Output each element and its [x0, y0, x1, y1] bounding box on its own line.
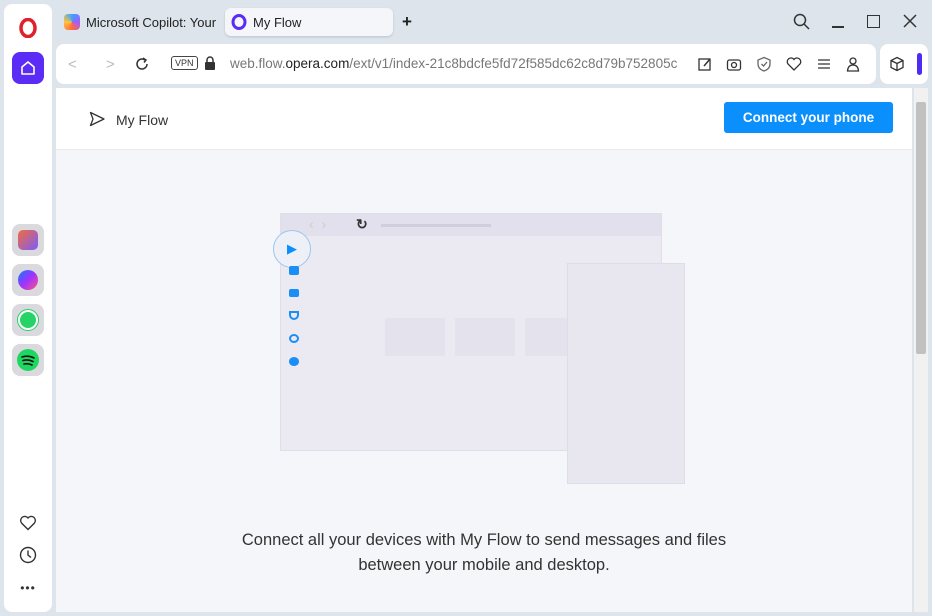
extensions-panel: [880, 44, 928, 84]
address-bar: < > VPN web.flow.opera.com/ext/v1/index-…: [56, 44, 876, 84]
easy-setup-icon[interactable]: [816, 56, 832, 72]
illustration-icon: [289, 266, 299, 275]
sidebar-app-messenger[interactable]: [12, 264, 44, 296]
minimize-button[interactable]: [832, 26, 844, 28]
profile-icon[interactable]: [845, 56, 861, 72]
history-icon: [19, 546, 37, 564]
lock-icon[interactable]: [204, 56, 216, 71]
url-domain: opera.com: [285, 56, 350, 71]
flow-send-icon: [89, 111, 105, 127]
illustration-url-line: [381, 224, 491, 227]
aria-icon: [18, 230, 38, 250]
illustration-nav-icon: ‹ ›: [309, 216, 327, 232]
copilot-icon: [64, 14, 80, 30]
description-line: Connect all your devices with My Flow to…: [241, 531, 727, 549]
spotify-icon: [17, 349, 39, 371]
illustration-tile: [385, 318, 445, 356]
sidebar-app-spotify[interactable]: [12, 344, 44, 376]
illustration-icon: [289, 357, 299, 367]
page-title: My Flow: [116, 112, 169, 128]
illustration-reload-icon: ↻: [356, 216, 368, 232]
search-tabs-icon[interactable]: [793, 13, 811, 31]
illustration-flow-icon: ▶: [273, 230, 311, 268]
illustration-icon: [289, 288, 299, 298]
shield-icon[interactable]: [756, 56, 772, 72]
opera-logo-icon: [19, 18, 37, 38]
snapshot-edit-icon[interactable]: [697, 56, 713, 72]
illustration-icon: [289, 334, 299, 344]
maximize-button[interactable]: [867, 15, 880, 28]
tab-my-flow[interactable]: My Flow: [225, 8, 393, 36]
sidebar-pinboards-button[interactable]: [12, 507, 44, 539]
messenger-icon: [18, 270, 38, 290]
connect-phone-button[interactable]: Connect your phone: [724, 102, 893, 133]
sidebar: •••: [4, 4, 52, 612]
flow-description: Connect all your devices with My Flow to…: [56, 528, 912, 578]
scrollbar-thumb[interactable]: [916, 102, 926, 354]
back-button[interactable]: <: [68, 56, 77, 73]
sidebar-history-button[interactable]: [12, 539, 44, 571]
close-button[interactable]: [903, 14, 917, 28]
illustration-icon: [289, 311, 299, 321]
url-path: /ext/v1/index-21c8bdcfe5fd72f585dc62c8d7…: [349, 56, 678, 71]
whatsapp-icon: [17, 309, 39, 331]
camera-icon[interactable]: [726, 56, 742, 72]
sidebar-app-aria[interactable]: [12, 224, 44, 256]
url-field[interactable]: web.flow.opera.com/ext/v1/index-21c8bdcf…: [230, 56, 678, 71]
page-header: My Flow Connect your phone: [56, 88, 912, 150]
heart-icon[interactable]: [786, 56, 802, 72]
tab-copilot[interactable]: Microsoft Copilot: Your AI: [58, 8, 216, 36]
illustration-tile: [455, 318, 515, 356]
description-line: between your mobile and desktop.: [358, 556, 610, 574]
heart-icon: [19, 515, 37, 531]
opera-icon: [231, 14, 247, 30]
home-icon: [21, 61, 35, 75]
page-content: My Flow Connect your phone ‹ › ↻ ▶ Conne…: [56, 88, 912, 612]
tab-title: My Flow: [253, 14, 302, 30]
reload-icon[interactable]: [134, 56, 150, 72]
url-prefix: web.flow.: [230, 56, 286, 71]
more-icon[interactable]: •••: [12, 572, 44, 604]
vpn-badge[interactable]: VPN: [171, 56, 198, 70]
extensions-cube-icon[interactable]: [889, 56, 905, 72]
illustration-sidebar-icons: [289, 266, 299, 367]
sidebar-app-whatsapp[interactable]: [12, 304, 44, 336]
opera-menu-button[interactable]: [12, 12, 44, 44]
tab-title: Microsoft Copilot: Your AI: [86, 14, 216, 30]
home-button[interactable]: [12, 52, 44, 84]
sidebar-toggle-indicator[interactable]: [917, 53, 922, 75]
new-tab-button[interactable]: +: [402, 12, 412, 32]
illustration-phone: [567, 263, 685, 484]
forward-button[interactable]: >: [106, 56, 115, 73]
